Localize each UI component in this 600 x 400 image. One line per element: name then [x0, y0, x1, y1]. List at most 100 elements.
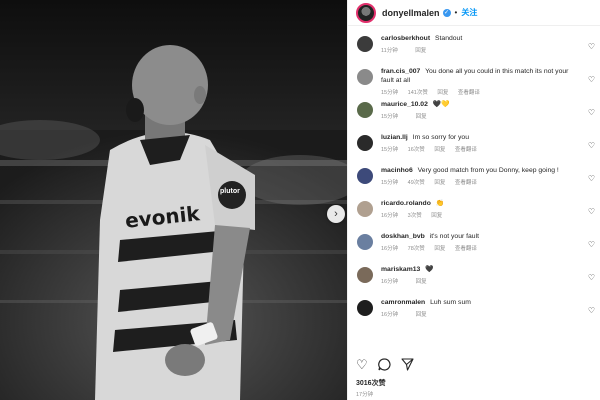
comment-avatar[interactable]: [357, 36, 373, 52]
comment-body: carlosberkhout Standout 11分钟 回复: [381, 34, 600, 54]
comment-reply-button[interactable]: 回复: [437, 90, 448, 96]
comment-time: 16分钟: [381, 213, 399, 219]
post-timestamp: 17分钟: [356, 392, 374, 398]
next-photo-button[interactable]: ›: [327, 205, 345, 223]
comment-line: maurice_10.02 🖤💛: [381, 100, 579, 109]
comment-likes[interactable]: 16次赞: [408, 147, 425, 153]
comment-time: 16分钟: [381, 246, 399, 252]
comment-reply-button[interactable]: 回复: [416, 312, 427, 318]
avatar[interactable]: [356, 2, 376, 23]
action-bar: ♡: [356, 358, 414, 373]
comment-avatar[interactable]: [357, 267, 373, 283]
comment-icon[interactable]: [377, 358, 391, 373]
comment-like-icon[interactable]: ♡: [588, 273, 595, 282]
comment-reply-button[interactable]: 回复: [416, 114, 427, 120]
comment-meta: 16分钟 78次赞 回复 查看翻译: [381, 244, 579, 252]
comment-like-icon[interactable]: ♡: [588, 75, 595, 84]
comment-avatar[interactable]: [357, 69, 373, 85]
comment-avatar[interactable]: [357, 234, 373, 250]
comment-likes[interactable]: 49次赞: [408, 180, 425, 186]
comment-reply-button[interactable]: 回复: [434, 180, 445, 186]
comment-reply-button[interactable]: 回复: [434, 246, 445, 252]
post-photo[interactable]: evonik plutor ›: [0, 0, 347, 400]
jersey-badge-text: plutor: [220, 188, 240, 195]
comment-likes[interactable]: 3次赞: [408, 213, 422, 219]
comment-item: mariskam13 🖤 16分钟 回复 ♡: [348, 265, 600, 298]
comment-reply-button[interactable]: 回复: [434, 147, 445, 153]
comments-list[interactable]: carlosberkhout Standout 11分钟 回复 ♡ fran.c…: [348, 34, 600, 344]
comment-like-icon[interactable]: ♡: [588, 240, 595, 249]
comment-item: luzian.llj Im so sorry for you 15分钟 16次赞…: [348, 133, 600, 166]
comment-body: doskhan_bvb it's not your fault 16分钟 78次…: [381, 232, 600, 252]
comment-line: ricardo.rolando 👏: [381, 199, 579, 208]
comment-username[interactable]: ricardo.rolando: [381, 200, 431, 207]
chevron-right-icon: ›: [334, 208, 338, 220]
comment-like-icon[interactable]: ♡: [588, 207, 595, 216]
comment-reply-button[interactable]: 回复: [415, 48, 426, 54]
comment-text: Very good match from you Donny, keep goi…: [417, 167, 559, 174]
comment-line: carlosberkhout Standout: [381, 34, 579, 43]
post-header: donyellmalen ✓ • 关注: [348, 0, 600, 26]
comment-item: maurice_10.02 🖤💛 15分钟 回复 ♡: [348, 100, 600, 133]
comment-likes[interactable]: 141次赞: [408, 90, 428, 96]
comment-username[interactable]: camronmalen: [381, 299, 425, 306]
comment-body: fran.cis_007 You done all you could in t…: [381, 67, 600, 96]
comment-line: doskhan_bvb it's not your fault: [381, 232, 579, 241]
comment-avatar[interactable]: [357, 135, 373, 151]
separator-dot: •: [454, 8, 458, 17]
comment-line: macinho6 Very good match from you Donny,…: [381, 166, 579, 175]
comment-username[interactable]: maurice_10.02: [381, 101, 428, 108]
comment-text: 🖤: [425, 266, 434, 273]
comment-like-icon[interactable]: ♡: [588, 141, 595, 150]
comment-username[interactable]: macinho6: [381, 167, 413, 174]
comment-body: ricardo.rolando 👏 16分钟 3次赞 回复: [381, 199, 600, 219]
comment-item: macinho6 Very good match from you Donny,…: [348, 166, 600, 199]
comment-translate-button[interactable]: 查看翻译: [455, 147, 477, 153]
comment-reply-button[interactable]: 回复: [416, 279, 427, 285]
comment-avatar[interactable]: [357, 168, 373, 184]
comment-text: Im so sorry for you: [412, 134, 469, 141]
share-icon[interactable]: [401, 358, 414, 373]
comment-likes[interactable]: 78次赞: [408, 246, 425, 252]
comment-avatar[interactable]: [357, 300, 373, 316]
comment-text: Standout: [435, 35, 463, 42]
comment-reply-button[interactable]: 回复: [431, 213, 442, 219]
comment-item: ricardo.rolando 👏 16分钟 3次赞 回复 ♡: [348, 199, 600, 232]
player-photo: [0, 0, 347, 400]
comment-body: mariskam13 🖤 16分钟 回复: [381, 265, 600, 285]
comment-translate-button[interactable]: 查看翻译: [455, 180, 477, 186]
comment-like-icon[interactable]: ♡: [588, 108, 595, 117]
comment-time: 15分钟: [381, 180, 399, 186]
post-username[interactable]: donyellmalen: [382, 8, 440, 18]
comment-text: it's not your fault: [429, 233, 479, 240]
comment-line: fran.cis_007 You done all you could in t…: [381, 67, 579, 85]
comment-like-icon[interactable]: ♡: [588, 42, 595, 51]
comment-text: Luh sum sum: [430, 299, 471, 306]
comment-username[interactable]: luzian.llj: [381, 134, 408, 141]
comment-body: luzian.llj Im so sorry for you 15分钟 16次赞…: [381, 133, 600, 153]
comment-body: maurice_10.02 🖤💛 15分钟 回复: [381, 100, 600, 120]
comment-meta: 15分钟 16次赞 回复 查看翻译: [381, 145, 579, 153]
comment-text: 🖤💛: [432, 101, 450, 108]
comment-meta: 16分钟 3次赞 回复: [381, 211, 579, 219]
comment-username[interactable]: doskhan_bvb: [381, 233, 425, 240]
comment-item: fran.cis_007 You done all you could in t…: [348, 67, 600, 100]
comment-line: luzian.llj Im so sorry for you: [381, 133, 579, 142]
comment-username[interactable]: fran.cis_007: [381, 68, 420, 75]
like-icon[interactable]: ♡: [356, 358, 368, 373]
comment-translate-button[interactable]: 查看翻译: [458, 90, 480, 96]
follow-button[interactable]: 关注: [461, 7, 477, 18]
comment-avatar[interactable]: [357, 102, 373, 118]
comment-like-icon[interactable]: ♡: [588, 174, 595, 183]
likes-count[interactable]: 3016次赞: [356, 378, 386, 388]
comment-meta: 15分钟 141次赞 回复 查看翻译: [381, 88, 579, 96]
comment-line: mariskam13 🖤: [381, 265, 579, 274]
comment-username[interactable]: mariskam13: [381, 266, 420, 273]
comment-body: macinho6 Very good match from you Donny,…: [381, 166, 600, 186]
comment-translate-button[interactable]: 查看翻译: [455, 246, 477, 252]
comment-username[interactable]: carlosberkhout: [381, 35, 430, 42]
comment-meta: 15分钟 49次赞 回复 查看翻译: [381, 178, 579, 186]
comment-meta: 15分钟 回复: [381, 112, 579, 120]
comment-like-icon[interactable]: ♡: [588, 306, 595, 315]
comment-avatar[interactable]: [357, 201, 373, 217]
